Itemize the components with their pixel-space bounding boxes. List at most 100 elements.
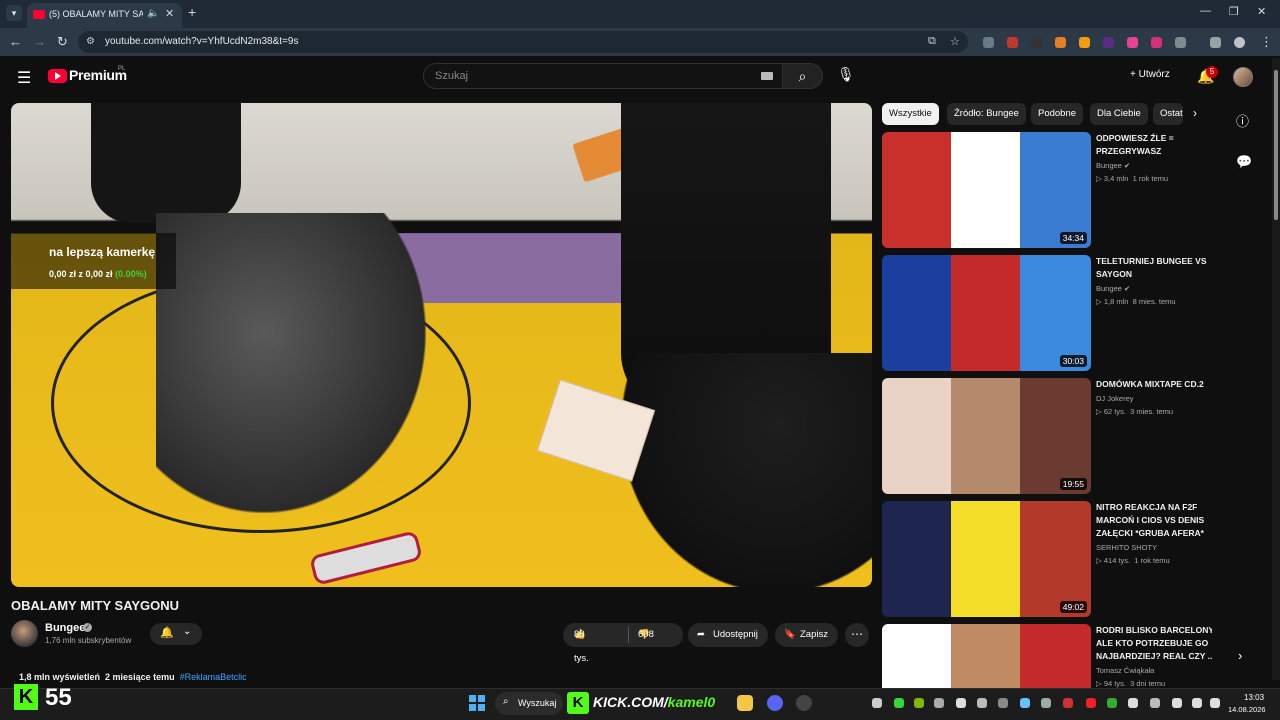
recommendation-thumbnail[interactable] xyxy=(882,624,1091,688)
youtube-logo-icon[interactable] xyxy=(48,69,67,83)
discord-icon[interactable] xyxy=(767,695,783,711)
tray-icon[interactable] xyxy=(1150,698,1160,708)
new-tab-icon[interactable]: + xyxy=(188,4,196,20)
profile-icon[interactable] xyxy=(1234,37,1245,48)
hamburger-menu-icon[interactable]: ☰ xyxy=(17,68,31,88)
recommendation-channel[interactable]: Tomasz Ćwiąkała xyxy=(1096,666,1154,675)
volume-icon[interactable] xyxy=(1210,698,1220,708)
microphone-tray-icon[interactable] xyxy=(1172,698,1182,708)
recommendation-title[interactable]: TELETURNIEJ BUNGEE VS SAYGON xyxy=(1096,255,1216,281)
extension-icon[interactable] xyxy=(1079,37,1090,48)
chat-icon[interactable]: 💬 xyxy=(1236,154,1252,170)
recommendation-item[interactable]: RODRI BLISKO BARCELONY, ALE KTO POTRZEBU… xyxy=(882,624,1212,688)
recommendation-channel[interactable]: Bungee ✔ xyxy=(1096,161,1130,170)
chevron-right-icon[interactable]: › xyxy=(1238,648,1242,663)
extension-icon[interactable] xyxy=(1103,37,1114,48)
extension-icon[interactable] xyxy=(1055,37,1066,48)
info-icon[interactable]: ⓘ xyxy=(1236,111,1249,130)
reload-icon[interactable]: ↻ xyxy=(57,34,68,50)
speaker-icon[interactable]: 🔈 xyxy=(147,8,159,19)
reading-list-icon[interactable] xyxy=(1210,37,1221,48)
chevron-right-icon[interactable]: › xyxy=(1193,106,1197,120)
tray-icon[interactable] xyxy=(1128,698,1138,708)
extension-icon[interactable] xyxy=(1151,37,1162,48)
chip-source-bungee[interactable]: Źródło: Bungee xyxy=(947,103,1026,125)
tray-icon[interactable] xyxy=(894,698,904,708)
share-button[interactable]: ➦ Udostępnij xyxy=(688,623,768,647)
recommendation-channel[interactable]: Bungee ✔ xyxy=(1096,284,1130,293)
upload-age: 3 dni temu xyxy=(1130,679,1166,688)
minimize-icon[interactable]: — xyxy=(1200,5,1211,17)
channel-avatar[interactable] xyxy=(11,620,38,647)
tray-icon[interactable] xyxy=(1041,698,1051,708)
tray-icon[interactable] xyxy=(1020,698,1030,708)
save-button[interactable]: 🔖 Zapisz xyxy=(775,623,838,647)
recommendation-title[interactable]: RODRI BLISKO BARCELONY, ALE KTO POTRZEBU… xyxy=(1096,624,1212,663)
tray-icon[interactable] xyxy=(1107,698,1117,708)
recommendation-item[interactable]: 49:02 NITRO REAKCJA NA F2F MARCOŃ I CIOS… xyxy=(882,501,1212,617)
account-avatar[interactable] xyxy=(1233,67,1253,87)
address-bar[interactable]: ⚙ youtube.com/watch?v=YhfUcdN2m38&t=9s ⧉… xyxy=(78,31,968,53)
extension-icon[interactable] xyxy=(983,37,994,48)
recommendation-channel[interactable]: DJ Jokerey xyxy=(1096,394,1134,403)
bookmark-star-icon[interactable]: ☆ xyxy=(950,35,960,48)
extension-icon[interactable] xyxy=(1031,37,1042,48)
tray-icon[interactable] xyxy=(956,698,966,708)
scrollbar-thumb[interactable] xyxy=(1274,70,1278,220)
more-actions-button[interactable]: ⋯ xyxy=(845,623,869,647)
recommendation-title[interactable]: DOMÓWKA MIXTAPE CD.2 xyxy=(1096,378,1216,391)
chrome-icon[interactable] xyxy=(796,695,812,711)
browser-menu-icon[interactable]: ⋮ xyxy=(1260,34,1273,50)
recommendation-thumbnail[interactable]: 19:55 xyxy=(882,378,1091,494)
browser-tab[interactable]: (5) OBALAMY MITY SAYGONU 🔈 ✕ xyxy=(27,3,182,28)
tray-icon[interactable] xyxy=(1086,698,1096,708)
search-button[interactable]: ⌕ xyxy=(782,63,823,89)
clock-date[interactable]: 14.08.2026 xyxy=(1228,705,1266,714)
video-player[interactable]: na lepszą kamerkę 0,00 zł z 0,00 zł (0.0… xyxy=(11,103,872,587)
close-tab-icon[interactable]: ✕ xyxy=(165,7,174,20)
microphone-icon[interactable]: 🎙 xyxy=(837,66,855,83)
taskbar-search[interactable]: ⌕ Wyszukaj xyxy=(495,692,563,715)
windows-start-icon[interactable] xyxy=(469,695,485,711)
clock-time[interactable]: 13:03 xyxy=(1244,693,1264,702)
recommendation-channel[interactable]: SERHITO SHOTY xyxy=(1096,543,1157,552)
page-scrollbar[interactable] xyxy=(1272,58,1280,680)
tray-icon[interactable] xyxy=(977,698,987,708)
file-explorer-icon[interactable] xyxy=(737,695,753,711)
video-description-meta[interactable]: 1,8 mln wyświetleń 2 miesiące temu #Rekl… xyxy=(19,672,247,682)
forward-icon[interactable]: → xyxy=(33,34,46,49)
install-app-icon[interactable]: ⧉ xyxy=(928,35,936,48)
tray-icon[interactable] xyxy=(998,698,1008,708)
extension-icon[interactable] xyxy=(1127,37,1138,48)
recommendation-thumbnail[interactable]: 49:02 xyxy=(882,501,1091,617)
recommendation-thumbnail[interactable]: 34:34 xyxy=(882,132,1091,248)
close-window-icon[interactable]: ✕ xyxy=(1257,5,1266,18)
recommendation-title[interactable]: NITRO REAKCJA NA F2F MARCOŃ I CIOS VS DE… xyxy=(1096,501,1216,540)
keyboard-icon[interactable] xyxy=(761,72,773,80)
tray-icon[interactable] xyxy=(1063,698,1073,708)
channel-name[interactable]: Bungee xyxy=(45,622,85,634)
network-icon[interactable] xyxy=(1192,698,1202,708)
tab-search-icon[interactable]: ▾ xyxy=(6,5,22,21)
tray-icon[interactable] xyxy=(934,698,944,708)
tray-icon[interactable] xyxy=(872,698,882,708)
recommendation-thumbnail[interactable]: 30:03 xyxy=(882,255,1091,371)
chip-similar[interactable]: Podobne xyxy=(1031,103,1084,125)
search-input[interactable]: Szukaj xyxy=(423,63,783,89)
hashtag-link[interactable]: #ReklamaBetclic xyxy=(180,672,247,682)
chip-all[interactable]: Wszystkie xyxy=(882,103,939,125)
chip-recent[interactable]: Ostatnio xyxy=(1153,103,1183,125)
site-info-icon[interactable]: ⚙ xyxy=(86,36,95,47)
chip-for-you[interactable]: Dla Ciebie xyxy=(1090,103,1148,125)
recommendation-title[interactable]: ODPOWIESZ ŹLE = PRZEGRYWASZ xyxy=(1096,132,1216,158)
recommendation-item[interactable]: 19:55 DOMÓWKA MIXTAPE CD.2 DJ Jokerey ▷ … xyxy=(882,378,1212,494)
restore-icon[interactable]: ❐ xyxy=(1229,5,1239,18)
subscribed-button[interactable]: 🔔 ⌄ xyxy=(150,623,202,645)
tray-icon[interactable] xyxy=(914,698,924,708)
recommendation-item[interactable]: 34:34 ODPOWIESZ ŹLE = PRZEGRYWASZ Bungee… xyxy=(882,132,1212,248)
recommendation-item[interactable]: 30:03 TELETURNIEJ BUNGEE VS SAYGON Bunge… xyxy=(882,255,1212,371)
extension-icon[interactable] xyxy=(1007,37,1018,48)
create-button[interactable]: + Utwórz xyxy=(1130,69,1170,80)
back-icon[interactable]: ← xyxy=(9,34,22,49)
extensions-puzzle-icon[interactable] xyxy=(1175,37,1186,48)
